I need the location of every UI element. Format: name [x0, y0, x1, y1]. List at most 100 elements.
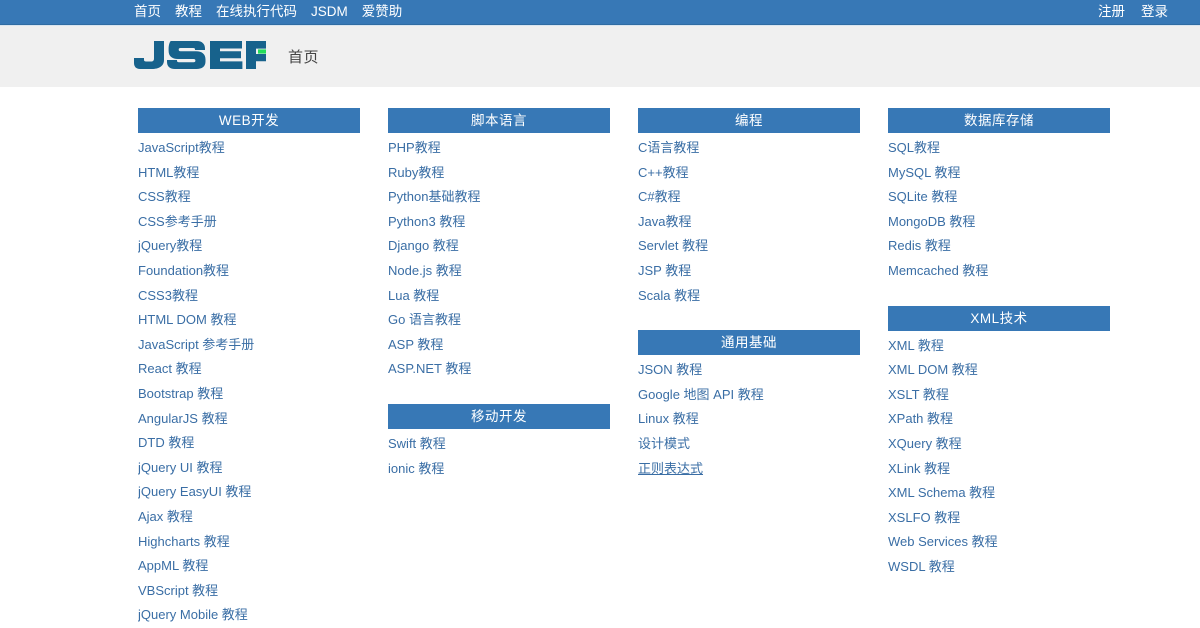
category-section: 移动开发 Swift 教程 ionic 教程	[388, 403, 610, 481]
list-item: Swift 教程	[388, 432, 610, 457]
tutorial-link[interactable]: Highcharts 教程	[138, 534, 230, 549]
tutorial-link[interactable]: XSLT 教程	[888, 387, 949, 402]
tutorial-link[interactable]: Django 教程	[388, 238, 459, 253]
list-item: MongoDB 教程	[888, 210, 1110, 235]
list-item: JSON 教程	[638, 358, 860, 383]
tutorial-link[interactable]: XQuery 教程	[888, 436, 962, 451]
tutorial-link[interactable]: HTML教程	[138, 165, 199, 180]
account-link-0[interactable]: 注册	[1098, 0, 1125, 24]
tutorial-link[interactable]: Web Services 教程	[888, 534, 998, 549]
tutorial-link[interactable]: 正则表达式	[638, 461, 703, 476]
tutorial-link[interactable]: Scala 教程	[638, 288, 700, 303]
list-item: WSDL 教程	[888, 555, 1110, 580]
category-section: XML技术 XML 教程 XML DOM 教程 XSLT 教程 XPath 教程 XQue…	[888, 305, 1110, 580]
tutorial-link[interactable]: CSS3教程	[138, 288, 198, 303]
tutorial-link[interactable]: Swift 教程	[388, 436, 446, 451]
list-item: Linux 教程	[638, 407, 860, 432]
nav-link-0[interactable]: 首页	[134, 0, 161, 24]
tutorial-link[interactable]: SQLite 教程	[888, 189, 957, 204]
tutorial-link-list: PHP教程 Ruby教程 Python基础教程 Python3 教程 Django 教程…	[388, 136, 610, 382]
tutorial-link[interactable]: JavaScript教程	[138, 140, 225, 155]
tutorial-link[interactable]: Python3 教程	[388, 214, 465, 229]
tutorial-link[interactable]: Redis 教程	[888, 238, 951, 253]
primary-nav-links: 首页 教程 在线执行代码 JSDM 爱赞助	[134, 0, 416, 24]
tutorial-link[interactable]: ionic 教程	[388, 461, 444, 476]
tutorial-link[interactable]: jQuery教程	[138, 238, 202, 253]
list-item: ionic 教程	[388, 457, 610, 482]
tutorial-link[interactable]: Python基础教程	[388, 189, 480, 204]
list-item: Web Services 教程	[888, 530, 1110, 555]
tutorial-link[interactable]: JavaScript 参考手册	[138, 337, 254, 352]
tutorial-link[interactable]: XML Schema 教程	[888, 485, 995, 500]
tutorial-link[interactable]: AppML 教程	[138, 558, 208, 573]
tutorial-link[interactable]: JSP 教程	[638, 263, 691, 278]
tutorial-link[interactable]: jQuery Mobile 教程	[138, 607, 248, 622]
tutorial-link[interactable]: PHP教程	[388, 140, 441, 155]
tutorial-link[interactable]: XLink 教程	[888, 461, 950, 476]
tutorial-link[interactable]: JSON 教程	[638, 362, 702, 377]
tutorial-link[interactable]: XML 教程	[888, 338, 944, 353]
nav-link-4[interactable]: 爱赞助	[362, 0, 403, 24]
list-item: Redis 教程	[888, 234, 1110, 259]
site-logo[interactable]	[134, 40, 286, 73]
tutorial-link[interactable]: Linux 教程	[638, 411, 699, 426]
top-navigation-inner: 首页 教程 在线执行代码 JSDM 爱赞助 注册 登录	[0, 0, 1200, 24]
list-item: XML Schema 教程	[888, 481, 1110, 506]
list-item: Node.js 教程	[388, 259, 610, 284]
tutorial-link[interactable]: Google 地图 API 教程	[638, 387, 764, 402]
tutorial-link[interactable]: C#教程	[638, 189, 681, 204]
list-item: Servlet 教程	[638, 234, 860, 259]
tutorial-link-list: Swift 教程 ionic 教程	[388, 432, 610, 481]
tutorial-link[interactable]: Lua 教程	[388, 288, 439, 303]
list-item: JSP 教程	[638, 259, 860, 284]
tutorial-link[interactable]: ASP.NET 教程	[388, 361, 471, 376]
tutorial-link[interactable]: Bootstrap 教程	[138, 386, 223, 401]
tutorial-link[interactable]: jQuery UI 教程	[138, 460, 223, 475]
tutorial-link[interactable]: ASP 教程	[388, 337, 443, 352]
tutorial-link[interactable]: MongoDB 教程	[888, 214, 975, 229]
tutorial-link[interactable]: WSDL 教程	[888, 559, 955, 574]
nav-link-3[interactable]: JSDM	[311, 0, 348, 24]
nav-link-2[interactable]: 在线执行代码	[216, 0, 297, 24]
list-item: XML DOM 教程	[888, 358, 1110, 383]
tutorial-link[interactable]: C语言教程	[638, 140, 699, 155]
tutorial-link[interactable]: DTD 教程	[138, 435, 194, 450]
tutorial-link[interactable]: HTML DOM 教程	[138, 312, 236, 327]
main-content: WEB开发 JavaScript教程 HTML教程 CSS教程 CSS参考手册 jQuer…	[0, 87, 1200, 628]
tutorial-link[interactable]: 设计模式	[638, 436, 690, 451]
tutorial-link[interactable]: MySQL 教程	[888, 165, 960, 180]
tutorial-link[interactable]: Memcached 教程	[888, 263, 988, 278]
tutorial-link-list: XML 教程 XML DOM 教程 XSLT 教程 XPath 教程 XQuery 教程…	[888, 334, 1110, 580]
list-item: Scala 教程	[638, 284, 860, 309]
tutorial-link[interactable]: jQuery EasyUI 教程	[138, 484, 251, 499]
tutorial-link[interactable]: Foundation教程	[138, 263, 229, 278]
section-title: 脚本语言	[388, 108, 610, 133]
tutorial-link[interactable]: CSS教程	[138, 189, 191, 204]
tutorial-link[interactable]: Ruby教程	[388, 165, 444, 180]
tutorial-link[interactable]: CSS参考手册	[138, 214, 217, 229]
tutorial-link[interactable]: React 教程	[138, 361, 202, 376]
tutorial-link[interactable]: Node.js 教程	[388, 263, 462, 278]
nav-link-1[interactable]: 教程	[175, 0, 202, 24]
tutorial-link[interactable]: C++教程	[638, 165, 689, 180]
tutorial-link[interactable]: XPath 教程	[888, 411, 953, 426]
tutorial-link[interactable]: Go 语言教程	[388, 312, 461, 327]
tutorial-link[interactable]: Ajax 教程	[138, 509, 193, 524]
list-item: AngularJS 教程	[138, 407, 360, 432]
list-item: XSLT 教程	[888, 383, 1110, 408]
list-item: SQL教程	[888, 136, 1110, 161]
account-link-1[interactable]: 登录	[1141, 0, 1168, 24]
list-item: VBScript 教程	[138, 579, 360, 604]
tutorial-link[interactable]: Servlet 教程	[638, 238, 708, 253]
tutorial-link[interactable]: AngularJS 教程	[138, 411, 228, 426]
section-title: 数据库存储	[888, 108, 1110, 133]
tutorial-link[interactable]: SQL教程	[888, 140, 940, 155]
tutorial-link[interactable]: Java教程	[638, 214, 691, 229]
category-column: 数据库存储 SQL教程 MySQL 教程 SQLite 教程 MongoDB 教程 Red…	[888, 108, 1110, 628]
list-item: Go 语言教程	[388, 308, 610, 333]
list-item: C语言教程	[638, 136, 860, 161]
tutorial-link[interactable]: XSLFO 教程	[888, 510, 960, 525]
tutorial-link[interactable]: VBScript 教程	[138, 583, 218, 598]
list-item: PHP教程	[388, 136, 610, 161]
tutorial-link[interactable]: XML DOM 教程	[888, 362, 978, 377]
